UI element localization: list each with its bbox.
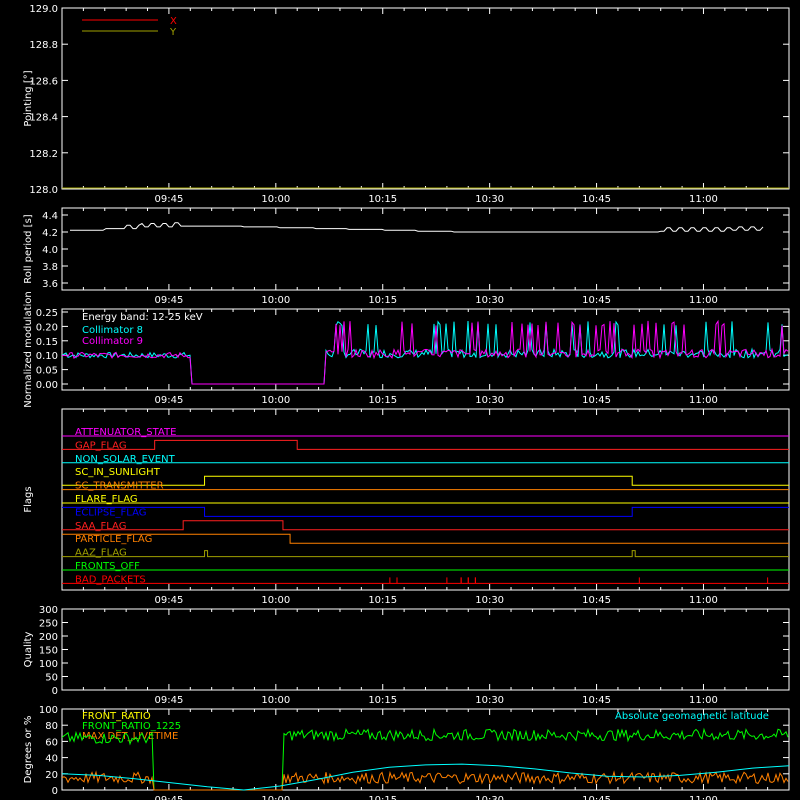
y-tick-label: 0.15	[36, 337, 58, 348]
y-tick-label: 0.25	[36, 308, 58, 319]
y-axis-label: Degrees or %	[23, 716, 34, 784]
y-tick-label: 0	[52, 686, 58, 697]
y-tick-label: 3.8	[42, 262, 58, 273]
y-axis-label: Flags	[23, 486, 34, 512]
flag-label: SC_IN_SUNLIGHT	[75, 467, 161, 478]
flag-label: PARTICLE_FLAG	[75, 534, 152, 545]
y-axis-label: Normalized modulation	[23, 291, 34, 408]
panel-frame	[61, 608, 790, 691]
y-tick-label: 129.0	[29, 4, 58, 15]
x-tick-label: 09:45	[154, 795, 183, 800]
legend-label: MAX DET_LIVETIME	[82, 731, 178, 742]
y-tick-label: 4.0	[42, 245, 58, 256]
flag-series	[62, 550, 789, 558]
roll-period-series	[70, 222, 764, 233]
x-tick-label: 11:00	[689, 295, 718, 306]
y-tick-label: 4.2	[42, 228, 58, 239]
y-tick-label: 100	[39, 705, 58, 716]
y-tick-label: 200	[39, 632, 58, 643]
y-tick-label: 0.20	[36, 322, 58, 333]
x-tick-label: 10:15	[368, 295, 397, 306]
x-tick-label: 09:45	[154, 395, 183, 406]
y-tick-label: 128.8	[29, 40, 58, 51]
y-tick-label: 0.10	[36, 351, 58, 362]
y-tick-label: 0	[52, 786, 58, 797]
x-tick-label: 10:30	[475, 194, 504, 205]
legend-label: Y	[169, 27, 177, 38]
y-tick-label: 150	[39, 646, 58, 657]
x-tick-label: 10:00	[261, 395, 290, 406]
y-tick-label: 3.6	[42, 279, 58, 290]
x-tick-label: 11:00	[689, 595, 718, 606]
x-tick-label: 10:45	[582, 395, 611, 406]
x-tick-label: 09:45	[154, 295, 183, 306]
y-tick-label: 100	[39, 659, 58, 670]
x-tick-label: 10:45	[582, 194, 611, 205]
y-tick-label: 0.00	[36, 380, 58, 391]
flag-series	[62, 533, 789, 544]
flag-series	[62, 520, 789, 531]
x-tick-label: 10:30	[475, 795, 504, 800]
x-tick-label: 09:45	[154, 595, 183, 606]
x-tick-label: 10:45	[582, 695, 611, 706]
x-tick-label: 11:00	[689, 695, 718, 706]
x-tick-label: 10:45	[582, 295, 611, 306]
x-tick-label: 09:45	[154, 194, 183, 205]
energy-band-annotation: Energy band: 12-25 keV	[82, 312, 203, 323]
x-tick-label: 10:00	[261, 695, 290, 706]
x-tick-label: 10:30	[475, 595, 504, 606]
x-tick-label: 11:00	[689, 194, 718, 205]
x-tick-label: 10:30	[475, 695, 504, 706]
flag-label: ECLIPSE_FLAG	[75, 507, 146, 518]
y-tick-label: 128.6	[29, 76, 58, 87]
x-tick-label: 09:45	[154, 695, 183, 706]
y-tick-label: 60	[45, 737, 58, 748]
x-tick-label: 10:45	[582, 795, 611, 800]
y-tick-label: 128.2	[29, 149, 58, 160]
x-tick-label: 10:15	[368, 795, 397, 800]
x-tick-label: 10:30	[475, 295, 504, 306]
y-tick-label: 128.0	[29, 185, 58, 196]
y-axis-label: Quality	[23, 632, 34, 668]
y-tick-label: 0.05	[36, 366, 58, 377]
y-tick-label: 250	[39, 619, 58, 630]
y-tick-label: 4.4	[42, 211, 58, 222]
x-tick-label: 11:00	[689, 395, 718, 406]
flag-series	[62, 439, 789, 450]
x-tick-label: 10:00	[261, 795, 290, 800]
x-tick-label: 10:15	[368, 595, 397, 606]
x-tick-label: 10:15	[368, 194, 397, 205]
x-tick-label: 10:00	[261, 295, 290, 306]
flag-series	[62, 475, 789, 486]
x-tick-label: 10:45	[582, 595, 611, 606]
x-tick-label: 10:15	[368, 395, 397, 406]
y-axis-label: Roll period [s]	[23, 214, 34, 283]
geomag-annotation: Absolute geomagnetic latitude	[615, 711, 769, 722]
legend-label: X	[170, 16, 177, 27]
collimator-series	[61, 320, 789, 385]
legend-label: Collimator 8	[82, 325, 143, 336]
panel-frame	[61, 207, 790, 291]
hessi-quicklook-plots: 09:45 10:00 10:15 10:30 10:45 11:00Pointing […	[23, 4, 790, 800]
x-tick-label: 10:00	[261, 194, 290, 205]
y-tick-label: 50	[45, 673, 58, 684]
x-tick-label: 10:15	[368, 695, 397, 706]
y-tick-label: 300	[39, 605, 58, 616]
x-tick-label: 10:00	[261, 595, 290, 606]
x-tick-label: 10:30	[475, 395, 504, 406]
y-tick-label: 80	[45, 721, 58, 732]
y-tick-label: 128.4	[29, 113, 58, 124]
y-tick-label: 40	[45, 754, 58, 765]
y-tick-label: 20	[45, 770, 58, 781]
legend-label: Collimator 9	[82, 336, 143, 347]
x-tick-label: 11:00	[689, 795, 718, 800]
flag-series	[62, 506, 789, 517]
